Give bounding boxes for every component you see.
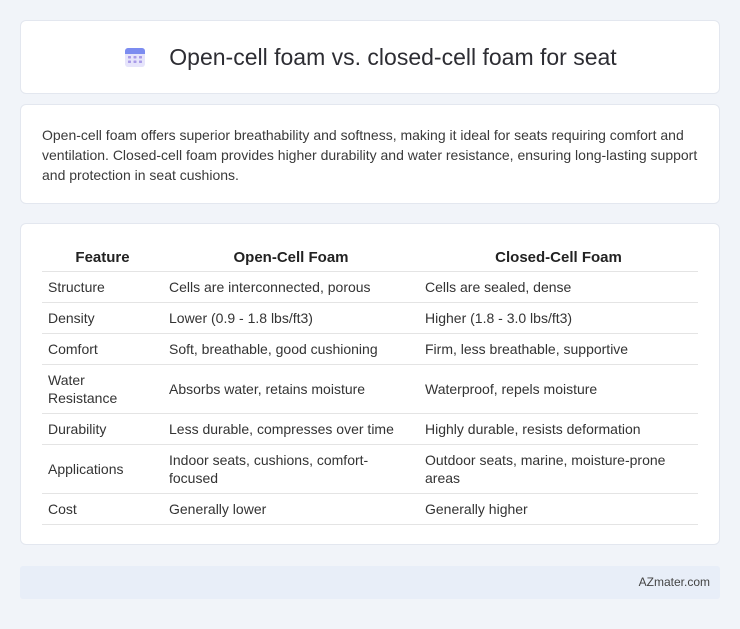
comparison-table: Feature Open-Cell Foam Closed-Cell Foam … bbox=[42, 244, 698, 525]
table-row: Density Lower (0.9 - 1.8 lbs/ft3) Higher… bbox=[42, 302, 698, 334]
feature-cell: Water Resistance bbox=[42, 364, 163, 414]
feature-cell: Comfort bbox=[42, 333, 163, 365]
column-header-feature: Feature bbox=[42, 244, 163, 272]
comparison-table-card: Feature Open-Cell Foam Closed-Cell Foam … bbox=[20, 223, 720, 545]
table-header-row: Feature Open-Cell Foam Closed-Cell Foam bbox=[42, 244, 698, 272]
open-cell-value: Lower (0.9 - 1.8 lbs/ft3) bbox=[163, 302, 419, 334]
footer-brand: AZmater.com bbox=[638, 575, 710, 589]
feature-cell: Durability bbox=[42, 413, 163, 445]
open-cell-value: Generally lower bbox=[163, 493, 419, 525]
feature-cell: Density bbox=[42, 302, 163, 334]
open-cell-value: Cells are interconnected, porous bbox=[163, 271, 419, 303]
feature-cell: Applications bbox=[42, 444, 163, 494]
open-cell-value: Absorbs water, retains moisture bbox=[163, 364, 419, 414]
summary-card: Open-cell foam offers superior breathabi… bbox=[20, 104, 720, 204]
table-row: Structure Cells are interconnected, poro… bbox=[42, 271, 698, 303]
table-row: Water Resistance Absorbs water, retains … bbox=[42, 364, 698, 414]
column-header-closed-cell: Closed-Cell Foam bbox=[419, 244, 698, 272]
closed-cell-value: Cells are sealed, dense bbox=[419, 271, 698, 303]
page-title: Open-cell foam vs. closed-cell foam for … bbox=[169, 43, 617, 70]
footer: AZmater.com bbox=[20, 566, 720, 599]
table-row: Comfort Soft, breathable, good cushionin… bbox=[42, 333, 698, 365]
closed-cell-value: Generally higher bbox=[419, 493, 698, 525]
calendar-icon bbox=[125, 48, 146, 67]
closed-cell-value: Outdoor seats, marine, moisture-prone ar… bbox=[419, 444, 698, 494]
closed-cell-value: Highly durable, resists deformation bbox=[419, 413, 698, 445]
summary-text: Open-cell foam offers superior breathabi… bbox=[42, 127, 698, 183]
title-card: Open-cell foam vs. closed-cell foam for … bbox=[20, 20, 720, 94]
closed-cell-value: Firm, less breathable, supportive bbox=[419, 333, 698, 365]
open-cell-value: Indoor seats, cushions, comfort-focused bbox=[163, 444, 419, 494]
closed-cell-value: Higher (1.8 - 3.0 lbs/ft3) bbox=[419, 302, 698, 334]
table-row: Applications Indoor seats, cushions, com… bbox=[42, 444, 698, 494]
feature-cell: Cost bbox=[42, 493, 163, 525]
open-cell-value: Less durable, compresses over time bbox=[163, 413, 419, 445]
table-row: Durability Less durable, compresses over… bbox=[42, 413, 698, 445]
table-row: Cost Generally lower Generally higher bbox=[42, 493, 698, 525]
open-cell-value: Soft, breathable, good cushioning bbox=[163, 333, 419, 365]
feature-cell: Structure bbox=[42, 271, 163, 303]
closed-cell-value: Waterproof, repels moisture bbox=[419, 364, 698, 414]
column-header-open-cell: Open-Cell Foam bbox=[163, 244, 419, 272]
